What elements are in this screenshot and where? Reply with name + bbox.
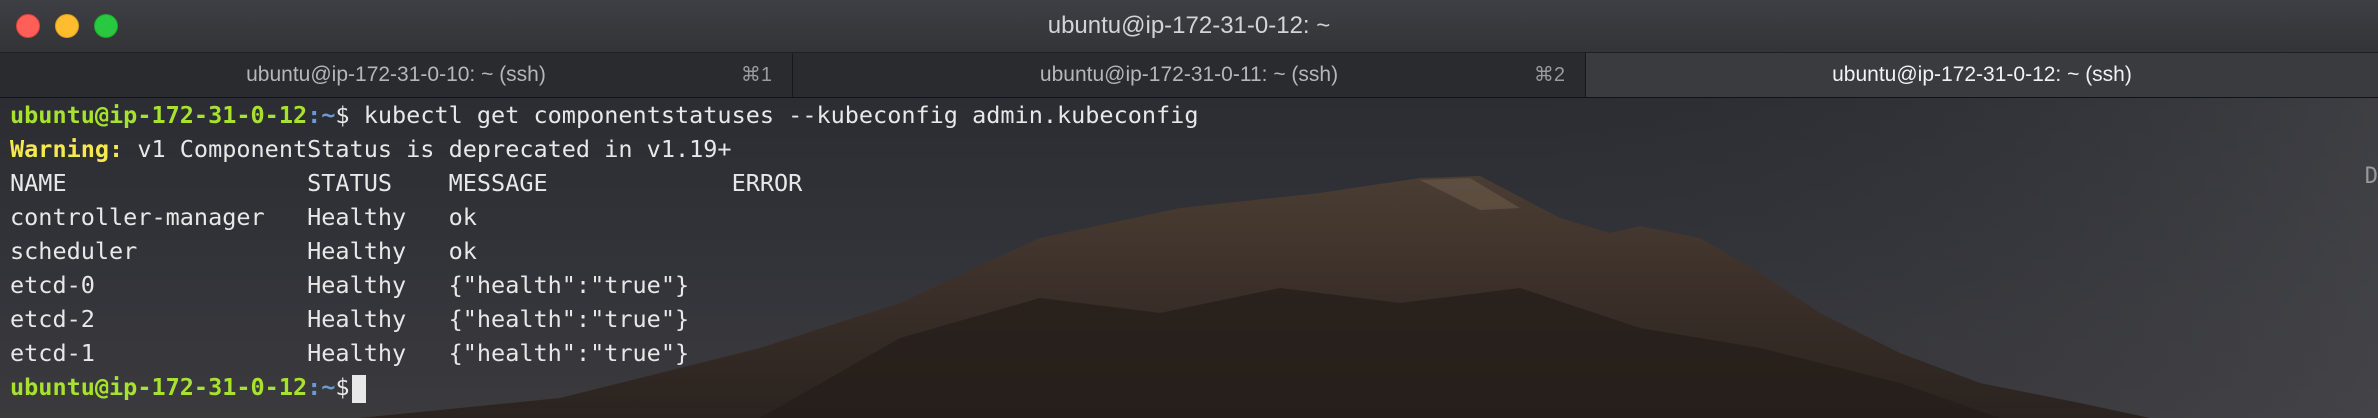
terminal-output: ubuntu@ip-172-31-0-12:~$ kubectl get com… [10, 98, 1198, 404]
component-name: scheduler [10, 237, 308, 265]
tab-ip-172-31-0-10[interactable]: ubuntu@ip-172-31-0-10: ~ (ssh) ⌘1 [0, 53, 793, 97]
header-error: ERROR [731, 169, 803, 197]
command-line: ubuntu@ip-172-31-0-12:~$ kubectl get com… [10, 98, 1198, 132]
prompt-path: :~ [307, 373, 336, 401]
window-title: ubuntu@ip-172-31-0-12: ~ [1047, 12, 1331, 39]
component-message: ok [448, 203, 732, 231]
table-row: etcd-1 Healthy {"health":"true"} [10, 336, 1198, 370]
table-row: etcd-2 Healthy {"health":"true"} [10, 302, 1198, 336]
tab-shortcut: ⌘1 [740, 64, 772, 86]
component-status: Healthy [307, 203, 449, 231]
prompt-path: :~ [307, 101, 336, 129]
component-message: {"health":"true"} [448, 271, 732, 299]
prompt-symbol: $ [335, 101, 350, 129]
command-text: kubectl get componentstatuses --kubeconf… [349, 101, 1199, 129]
header-name: NAME [10, 169, 308, 197]
component-status: Healthy [307, 237, 449, 265]
table-row: scheduler Healthy ok [10, 234, 1198, 268]
warning-text: v1 ComponentStatus is deprecated in v1.1… [123, 135, 732, 163]
table-header: NAME STATUS MESSAGE ERROR [10, 166, 1198, 200]
tab-label: ubuntu@ip-172-31-0-10: ~ (ssh) [246, 63, 546, 86]
status-table-rows: controller-manager Healthy ok scheduler … [10, 200, 1198, 370]
warning-label: Warning: [10, 135, 124, 163]
tab-shortcut: ⌘2 [1533, 64, 1565, 86]
prompt-user-host: ubuntu@ip-172-31-0-12 [10, 373, 308, 401]
header-message: MESSAGE [448, 169, 732, 197]
tab-label: ubuntu@ip-172-31-0-11: ~ (ssh) [1039, 63, 1339, 86]
tab-bar: ubuntu@ip-172-31-0-10: ~ (ssh) ⌘1 ubuntu… [0, 53, 2378, 98]
component-name: etcd-1 [10, 339, 308, 367]
component-name: etcd-0 [10, 271, 308, 299]
component-name: controller-manager [10, 203, 308, 231]
component-message: ok [448, 237, 732, 265]
prompt-user-host: ubuntu@ip-172-31-0-12 [10, 101, 308, 129]
terminal-window: ubuntu@ip-172-31-0-12: ~ ubuntu@ip-172-3… [0, 0, 2378, 418]
text-cursor [351, 374, 366, 403]
table-row: controller-manager Healthy ok [10, 200, 1198, 234]
tab-label: ubuntu@ip-172-31-0-12: ~ (ssh) [1832, 63, 2132, 86]
component-status: Healthy [307, 339, 449, 367]
clipped-edge-char: D [2364, 164, 2378, 189]
prompt-symbol: $ [335, 373, 350, 401]
table-row: etcd-0 Healthy {"health":"true"} [10, 268, 1198, 302]
component-status: Healthy [307, 305, 449, 333]
warning-line: Warning: v1 ComponentStatus is deprecate… [10, 132, 1198, 166]
header-status: STATUS [307, 169, 449, 197]
current-prompt-line[interactable]: ubuntu@ip-172-31-0-12:~$ [10, 370, 1198, 404]
tab-ip-172-31-0-12[interactable]: ubuntu@ip-172-31-0-12: ~ (ssh) [1586, 53, 2378, 97]
component-name: etcd-2 [10, 305, 308, 333]
tab-ip-172-31-0-11[interactable]: ubuntu@ip-172-31-0-11: ~ (ssh) ⌘2 [793, 53, 1586, 97]
component-status: Healthy [307, 271, 449, 299]
terminal-pane[interactable]: ubuntu@ip-172-31-0-12:~$ kubectl get com… [0, 98, 2378, 418]
title-bar[interactable]: ubuntu@ip-172-31-0-12: ~ [0, 0, 2378, 53]
component-message: {"health":"true"} [448, 339, 732, 367]
component-message: {"health":"true"} [448, 305, 732, 333]
